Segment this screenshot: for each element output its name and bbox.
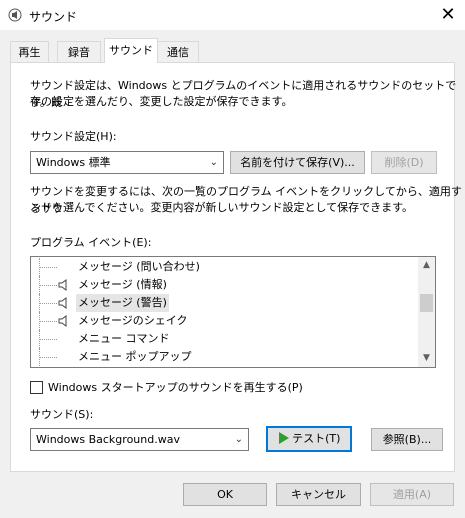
ok-button[interactable]: OK [183, 483, 267, 506]
browse-button[interactable]: 参照(B)... [371, 428, 443, 451]
list-item[interactable]: メッセージのシェイク [31, 312, 417, 330]
instructions-line-2: ンドを選んでください。変更内容が新しいサウンド設定として保存できます。 [30, 201, 414, 214]
delete-scheme-button[interactable]: 削除(D) [371, 151, 437, 174]
program-events-label: プログラム イベント(E): [30, 236, 152, 249]
chevron-down-icon: ⌄ [234, 434, 243, 445]
list-item[interactable]: メッセージ (警告) [31, 294, 417, 312]
scroll-up-arrow-icon[interactable]: ▲ [418, 257, 435, 274]
scrollbar-thumb[interactable] [420, 294, 433, 312]
events-scrollbar[interactable]: ▲ ▼ [418, 257, 435, 367]
list-item-label: メニュー ポップアップ [78, 350, 192, 363]
save-as-button[interactable]: 名前を付けて保存(V)... [230, 151, 365, 174]
apply-button[interactable]: 適用(A) [370, 483, 454, 506]
close-button[interactable]: ✕ [436, 3, 460, 27]
list-item[interactable]: メニュー ポップアップ [31, 348, 417, 366]
list-item[interactable]: メニュー コマンド [31, 330, 417, 348]
speaker-icon [58, 297, 67, 309]
speaker-app-icon [8, 8, 22, 22]
list-item-label: メッセージ (問い合わせ) [78, 260, 200, 273]
tab-playback[interactable]: 再生 [10, 41, 49, 62]
sound-dropdown[interactable]: Windows Background.wav ⌄ [30, 428, 249, 451]
startup-sound-label[interactable]: Windows スタートアップのサウンドを再生する(P) [48, 379, 303, 396]
list-item-label: メッセージ (警告) [76, 294, 169, 312]
scroll-down-arrow-icon[interactable]: ▼ [418, 350, 435, 367]
sound-dropdown-value: Windows Background.wav [36, 433, 180, 446]
play-icon [278, 432, 289, 444]
scheme-label: サウンド設定(H): [30, 130, 117, 143]
startup-sound-checkbox[interactable] [30, 381, 43, 394]
description-line-2: 存の設定を選んだり、変更した設定が保存できます。 [30, 95, 293, 108]
list-item[interactable]: メッセージ (情報) [31, 276, 417, 294]
tab-communications[interactable]: 通信 [157, 41, 199, 62]
sound-label: サウンド(S): [30, 408, 94, 421]
scheme-dropdown-value: Windows 標準 [36, 156, 111, 169]
window-title: サウンド [29, 10, 78, 24]
tab-sounds[interactable]: サウンド [104, 38, 158, 63]
program-events-list[interactable]: メッセージ (問い合わせ) メッセージ (情報) メッセージ (警告) メッセー… [30, 256, 436, 368]
list-item-label: メッセージ (情報) [78, 278, 167, 291]
list-item-label: メッセージのシェイク [78, 314, 188, 327]
test-button[interactable]: テスト(T) [266, 426, 352, 452]
list-item-label: メニュー コマンド [78, 332, 170, 345]
test-button-label: テスト(T) [292, 432, 341, 445]
list-item[interactable]: メッセージ (問い合わせ) [31, 258, 417, 276]
chevron-down-icon: ⌄ [209, 157, 218, 168]
speaker-icon [58, 279, 67, 291]
speaker-icon [58, 315, 67, 327]
scheme-dropdown[interactable]: Windows 標準 ⌄ [30, 151, 224, 174]
cancel-button[interactable]: キャンセル [276, 483, 361, 506]
tab-recording[interactable]: 録音 [57, 41, 101, 62]
